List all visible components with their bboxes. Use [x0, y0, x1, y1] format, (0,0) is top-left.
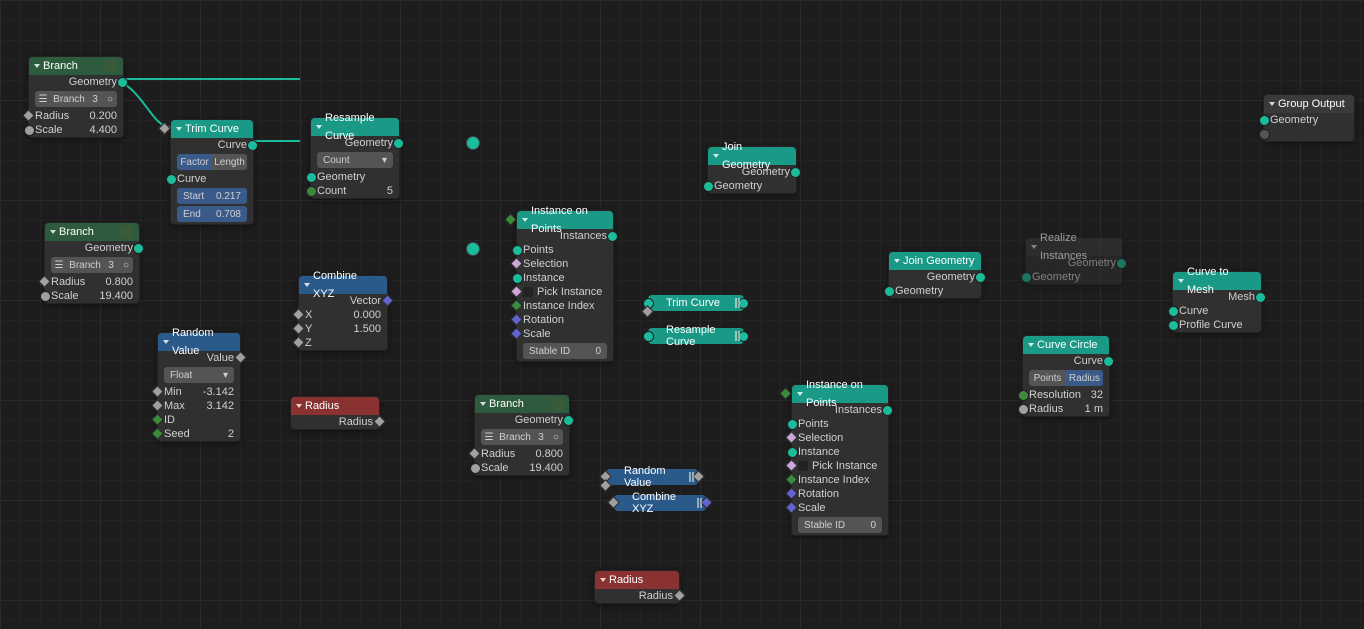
- stable-id-field[interactable]: Stable ID0: [523, 343, 607, 359]
- node-resample-curve-collapsed[interactable]: Resample Curve: [648, 328, 744, 344]
- node-curve-circle[interactable]: Curve Circle Curve PointsRadius Resoluti…: [1022, 335, 1110, 417]
- branch-selector[interactable]: ☰Branch3○: [481, 429, 563, 445]
- end-field[interactable]: End0.708: [177, 206, 247, 222]
- node-title: Curve Circle: [1037, 336, 1098, 354]
- node-title: Radius: [305, 397, 339, 415]
- node-join-geometry[interactable]: Join Geometry Geometry Geometry: [707, 146, 797, 194]
- stable-id-field[interactable]: Stable ID0: [798, 517, 882, 533]
- trim-mode-toggle[interactable]: FactorLength: [177, 154, 247, 170]
- resample-mode[interactable]: Count▾: [317, 152, 393, 168]
- node-title: Branch: [43, 57, 78, 75]
- node-realize-instances[interactable]: Realize Instances Geometry Geometry: [1025, 237, 1123, 285]
- node-branch[interactable]: Branch Geometry ☰Branch3○ Radius0.200 Sc…: [28, 56, 124, 138]
- node-trim-curve-collapsed[interactable]: Trim Curve: [648, 295, 744, 311]
- circle-mode-toggle[interactable]: PointsRadius: [1029, 370, 1103, 386]
- node-join-geometry[interactable]: Join Geometry Geometry Geometry: [888, 251, 982, 299]
- node-branch[interactable]: Branch Geometry ☰Branch3○ Radius0.800 Sc…: [474, 394, 570, 476]
- node-curve-to-mesh[interactable]: Curve to Mesh Mesh Curve Profile Curve: [1172, 271, 1262, 333]
- editor-grid[interactable]: [0, 0, 1364, 629]
- node-random-value[interactable]: Random Value Value Float▾ Min-3.142 Max3…: [157, 332, 241, 442]
- node-trim-curve[interactable]: Trim Curve Curve FactorLength Curve Star…: [170, 119, 254, 225]
- node-group-output[interactable]: Group Output Geometry: [1263, 94, 1355, 142]
- node-resample-curve[interactable]: Resample Curve Geometry Count▾ Geometry …: [310, 117, 400, 199]
- start-field[interactable]: Start0.217: [177, 188, 247, 204]
- reroute[interactable]: [466, 242, 480, 256]
- node-title: Branch: [59, 223, 94, 241]
- branch-selector[interactable]: ☰Branch3○: [35, 91, 117, 107]
- pick-instance-checkbox[interactable]: [523, 287, 533, 297]
- node-instance-on-points[interactable]: Instance on Points Instances Points Sele…: [791, 384, 889, 536]
- random-mode[interactable]: Float▾: [164, 367, 234, 383]
- node-radius[interactable]: Radius Radius: [290, 396, 380, 430]
- reroute[interactable]: [466, 136, 480, 150]
- node-combine-xyz-collapsed[interactable]: Combine XYZ: [614, 495, 706, 511]
- node-branch[interactable]: Branch Geometry ☰Branch3○ Radius0.800 Sc…: [44, 222, 140, 304]
- node-radius[interactable]: Radius Radius: [594, 570, 680, 604]
- node-title: Radius: [609, 571, 643, 589]
- node-title: Join Geometry: [903, 252, 975, 270]
- node-random-value-collapsed[interactable]: Random Value: [606, 469, 698, 485]
- node-combine-xyz[interactable]: Combine XYZ Vector X0.000 Y1.500 Z: [298, 275, 388, 351]
- pick-instance-checkbox[interactable]: [798, 461, 808, 471]
- node-title: Branch: [489, 395, 524, 413]
- node-title: Group Output: [1278, 95, 1345, 113]
- node-title: Trim Curve: [185, 120, 239, 138]
- node-instance-on-points[interactable]: Instance on Points Instances Points Sele…: [516, 210, 614, 362]
- branch-selector[interactable]: ☰Branch3○: [51, 257, 133, 273]
